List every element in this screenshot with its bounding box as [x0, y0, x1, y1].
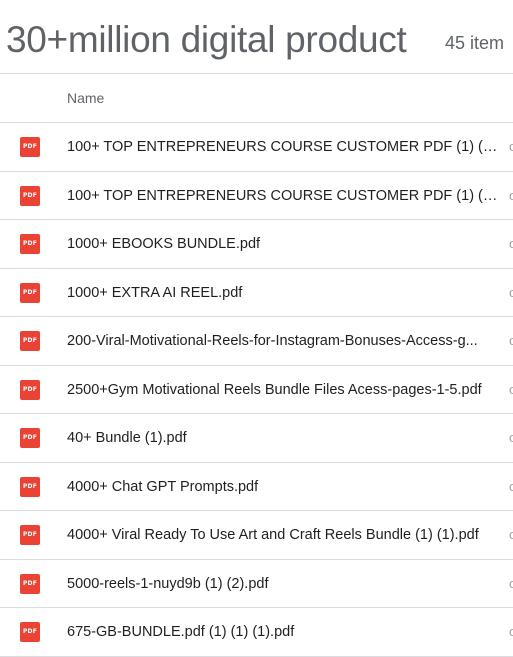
- file-row[interactable]: PDF 4000+ Chat GPT Prompts.pdf o: [0, 463, 513, 511]
- pdf-icon: PDF: [20, 137, 40, 157]
- row-edge-indicator: o: [509, 285, 513, 300]
- file-name: 4000+ Chat GPT Prompts.pdf: [67, 478, 259, 495]
- file-row[interactable]: PDF 675-GB-BUNDLE.pdf (1) (1) (1).pdf o: [0, 608, 513, 657]
- column-header-name[interactable]: Name: [67, 90, 104, 106]
- file-name: 1000+ EXTRA AI REEL.pdf: [67, 284, 243, 301]
- item-count: 45 item: [445, 33, 505, 53]
- file-row[interactable]: PDF 1000+ EBOOKS BUNDLE.pdf o: [0, 220, 513, 269]
- column-header-row: Name: [0, 74, 513, 123]
- row-edge-indicator: o: [509, 528, 513, 542]
- folder-header: 30+million digital product 45 item: [0, 0, 513, 74]
- file-row[interactable]: PDF 100+ TOP ENTREPRENEURS COURSE CUSTOM…: [0, 172, 513, 220]
- file-name: 2500+Gym Motivational Reels Bundle Files…: [67, 381, 482, 398]
- pdf-icon: PDF: [20, 525, 40, 545]
- pdf-icon: PDF: [20, 234, 40, 254]
- pdf-icon: PDF: [20, 476, 40, 497]
- row-edge-indicator: o: [509, 382, 513, 397]
- file-name: 100+ TOP ENTREPRENEURS COURSE CUSTOMER P…: [67, 139, 505, 155]
- folder-title: 30+million digital product: [6, 19, 407, 60]
- row-edge-indicator: o: [509, 188, 513, 203]
- file-name: 100+ TOP ENTREPRENEURS COURSE CUSTOMER P…: [67, 187, 505, 204]
- file-row[interactable]: PDF 40+ Bundle (1).pdf o: [0, 414, 513, 463]
- row-edge-indicator: o: [509, 431, 513, 445]
- pdf-icon: PDF: [20, 379, 40, 400]
- pdf-icon: PDF: [20, 428, 40, 448]
- file-row[interactable]: PDF 1000+ EXTRA AI REEL.pdf o: [0, 269, 513, 317]
- row-edge-indicator: o: [509, 237, 513, 251]
- row-edge-indicator: o: [509, 334, 513, 348]
- file-row[interactable]: PDF 5000-reels-1-nuyd9b (1) (2).pdf o: [0, 560, 513, 608]
- pdf-icon: PDF: [20, 185, 40, 206]
- file-list: PDF 100+ TOP ENTREPRENEURS COURSE CUSTOM…: [0, 123, 513, 657]
- row-edge-indicator: o: [509, 479, 513, 494]
- file-row[interactable]: PDF 4000+ Viral Ready To Use Art and Cra…: [0, 511, 513, 560]
- file-name: 200-Viral-Motivational-Reels-for-Instagr…: [67, 333, 478, 349]
- pdf-icon: PDF: [20, 331, 40, 351]
- row-edge-indicator: o: [509, 140, 513, 154]
- file-name: 1000+ EBOOKS BUNDLE.pdf: [67, 236, 261, 252]
- row-edge-indicator: o: [509, 576, 513, 591]
- pdf-icon: PDF: [20, 573, 40, 594]
- file-row[interactable]: PDF 200-Viral-Motivational-Reels-for-Ins…: [0, 317, 513, 366]
- file-row[interactable]: PDF 100+ TOP ENTREPRENEURS COURSE CUSTOM…: [0, 123, 513, 172]
- file-name: 675-GB-BUNDLE.pdf (1) (1) (1).pdf: [67, 624, 295, 640]
- row-edge-indicator: o: [509, 625, 513, 639]
- file-row[interactable]: PDF 2500+Gym Motivational Reels Bundle F…: [0, 366, 513, 414]
- pdf-icon: PDF: [20, 622, 40, 642]
- pdf-icon: PDF: [20, 282, 40, 303]
- file-name: 5000-reels-1-nuyd9b (1) (2).pdf: [67, 575, 269, 592]
- file-name: 40+ Bundle (1).pdf: [67, 430, 187, 446]
- file-name: 4000+ Viral Ready To Use Art and Craft R…: [67, 527, 479, 543]
